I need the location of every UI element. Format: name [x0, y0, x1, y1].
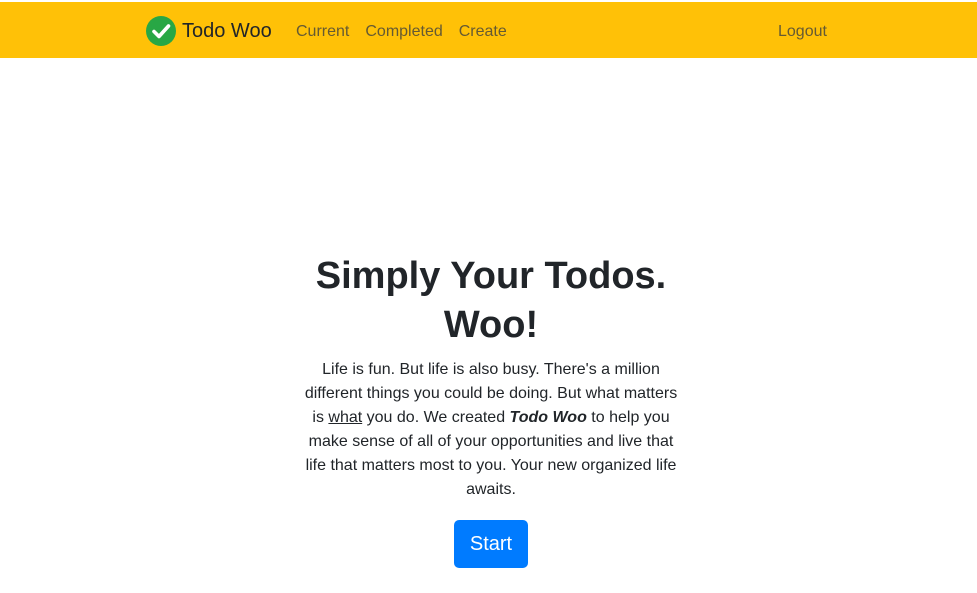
check-circle-icon	[146, 16, 176, 46]
nav-link-current[interactable]: Current	[296, 20, 349, 44]
hero-section: Simply Your Todos. Woo! Life is fun. But…	[300, 252, 682, 568]
nav-link-completed[interactable]: Completed	[365, 20, 442, 44]
hero-text-underlined: what	[328, 409, 363, 426]
nav-link-create[interactable]: Create	[459, 20, 507, 44]
navbar: Todo Woo Current Completed Create Logout	[0, 2, 977, 58]
hero-title: Simply Your Todos. Woo!	[300, 252, 682, 350]
hero-title-line-1: Simply Your Todos.	[315, 255, 667, 297]
brand-link[interactable]: Todo Woo	[146, 16, 272, 46]
brand-name: Todo Woo	[182, 20, 272, 42]
hero-text-brand: Todo Woo	[509, 409, 587, 426]
hero-text-part-2: you do. We created	[362, 409, 510, 426]
logout-link[interactable]: Logout	[778, 20, 827, 44]
start-button[interactable]: Start	[454, 520, 528, 568]
hero-title-line-2: Woo!	[443, 304, 539, 346]
hero-description: Life is fun. But life is also busy. Ther…	[300, 358, 682, 502]
nav-links: Current Completed Create	[296, 20, 507, 44]
